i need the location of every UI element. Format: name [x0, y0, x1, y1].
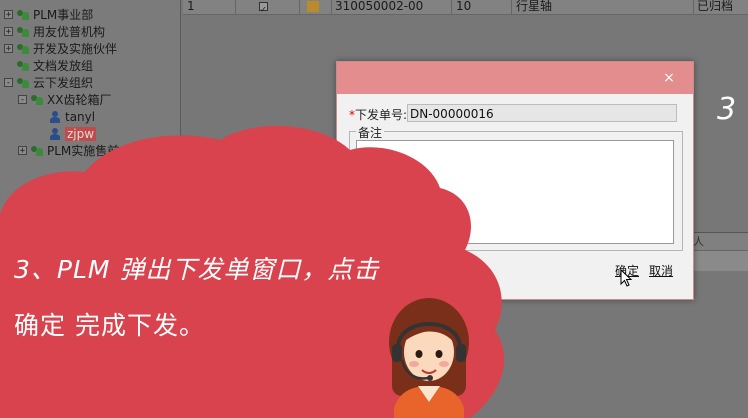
mouse-cursor-icon	[620, 269, 633, 287]
user-icon	[48, 110, 62, 123]
tree-item-label: tanyl	[65, 109, 96, 124]
column-divider	[235, 0, 236, 14]
cancel-button[interactable]: 取消	[649, 262, 673, 279]
tree-item-label: 文档发放组	[33, 59, 94, 73]
collapse-icon[interactable]: -	[18, 95, 27, 105]
column-divider	[693, 0, 694, 14]
memo-textarea[interactable]	[356, 140, 674, 244]
dialog-titlebar[interactable]: ×	[337, 62, 693, 94]
tree-item-label: PLM实施售前	[47, 144, 120, 158]
group-icon	[16, 43, 30, 55]
tree-item-doc-release[interactable]: 文档发放组	[16, 57, 93, 74]
group-icon	[16, 9, 30, 21]
tree-item-yonyou[interactable]: + 用友优普机构	[4, 23, 105, 40]
row-status: 已归档	[697, 0, 734, 13]
tree-item-plm-presales[interactable]: + PLM实施售前	[18, 142, 119, 159]
group-icon	[30, 94, 44, 106]
row-code: 310050002-00	[335, 0, 424, 13]
expand-icon[interactable]: +	[4, 10, 13, 20]
row-checkbox[interactable]: ✓	[259, 2, 268, 14]
collapse-icon[interactable]: -	[4, 78, 13, 88]
step-number: 3	[717, 92, 737, 127]
caption-line-2: 确定 完成下发。	[14, 311, 205, 340]
tree-item-partners[interactable]: + 开发及实施伙伴	[4, 40, 117, 57]
expand-icon[interactable]: +	[18, 146, 27, 156]
tree-item-label: PLM事业部	[33, 8, 94, 22]
memo-group: 备注	[349, 124, 683, 251]
lower-grid-panel: 人	[690, 232, 748, 271]
row-name: 行星轴	[516, 0, 553, 13]
tree-item-label: XX齿轮箱厂	[47, 93, 112, 107]
column-divider	[331, 0, 332, 14]
org-tree: + PLM事业部 + 用友优普机构 + 开发及实施伙伴 文档发放组 - 云下发组…	[0, 0, 181, 418]
tree-item-label: 云下发组织	[33, 76, 94, 90]
release-dialog: × *下发单号: DN-00000016 备注 确定 取消	[336, 61, 694, 300]
expand-icon[interactable]: +	[4, 44, 13, 54]
row-index: 1	[187, 0, 195, 13]
table-row[interactable]: 1 ✓ 310050002-00 10 行星轴 已归档	[183, 0, 748, 15]
tree-item-plm-division[interactable]: + PLM事业部	[4, 6, 93, 23]
tree-item-gearbox-factory[interactable]: - XX齿轮箱厂	[18, 91, 111, 108]
column-divider	[299, 0, 300, 14]
group-icon	[16, 26, 30, 38]
tree-item-label: 用友优普机构	[33, 25, 106, 39]
doc-number-label-text: 下发单号:	[355, 108, 408, 122]
doc-number-label: *下发单号:	[349, 106, 407, 123]
user-icon	[48, 127, 62, 140]
expand-icon[interactable]: +	[4, 27, 13, 37]
caption-line-1: 3、PLM 弹出下发单窗口，点击	[14, 255, 380, 284]
tree-item-label: zjpw	[65, 126, 97, 141]
document-icon	[307, 1, 319, 12]
operator-avatar	[389, 298, 469, 418]
column-header: 人	[690, 233, 748, 251]
tree-item-user-selected[interactable]: zjpw	[48, 125, 97, 142]
close-icon[interactable]: ×	[661, 70, 677, 86]
row-qty: 10	[456, 0, 472, 13]
tree-item-cloud-org[interactable]: - 云下发组织	[4, 74, 93, 91]
memo-legend: 备注	[356, 124, 385, 141]
column-divider	[451, 0, 452, 14]
tree-item-label: 开发及实施伙伴	[33, 42, 118, 56]
tree-item-user-tanyl[interactable]: tanyl	[48, 108, 95, 125]
group-icon	[16, 60, 30, 72]
group-icon	[16, 77, 30, 89]
doc-number-field[interactable]: DN-00000016	[407, 104, 677, 122]
group-icon	[30, 145, 44, 157]
column-divider	[511, 0, 512, 14]
